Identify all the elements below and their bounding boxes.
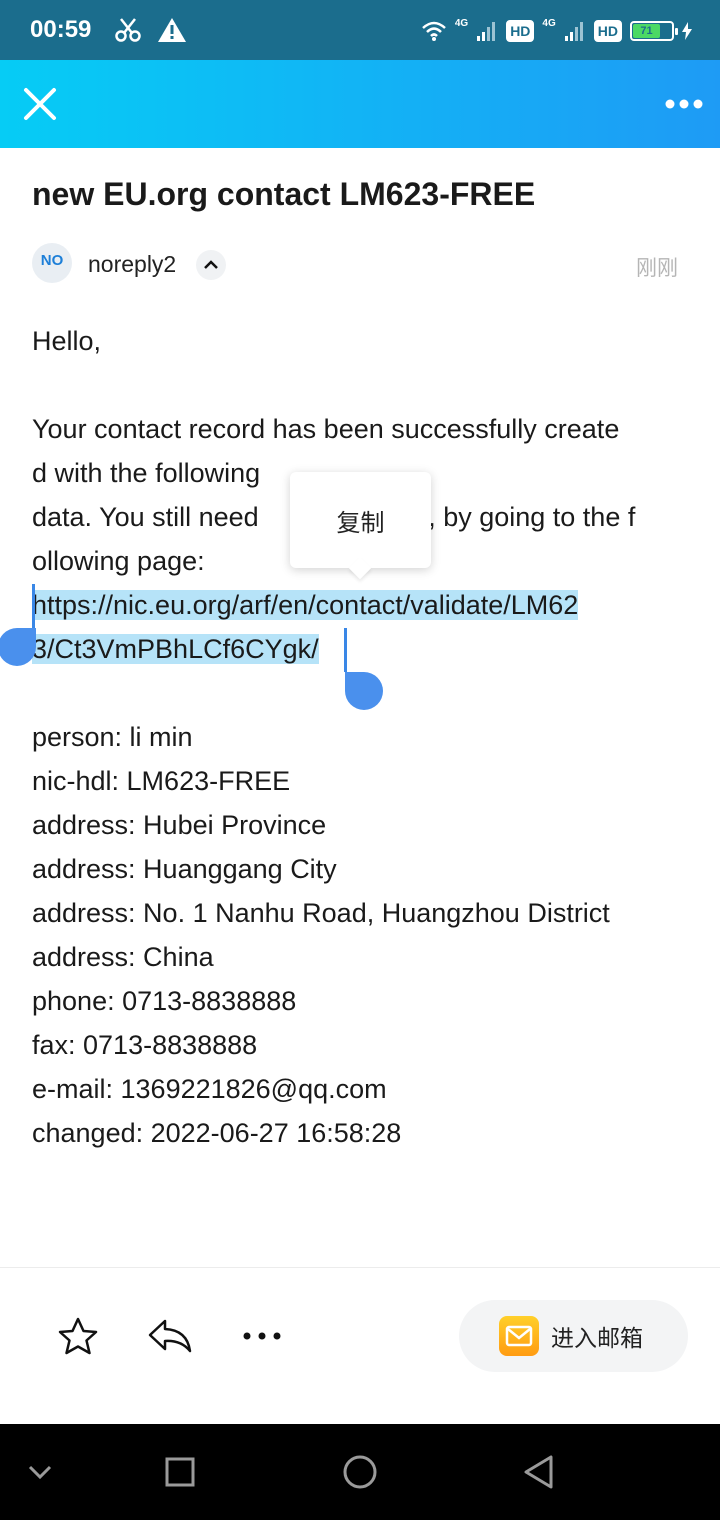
selected-link-line[interactable]: 3/Ct3VmPBhLCf6CYgk/ [32,627,692,671]
system-nav-bar [0,1424,720,1520]
status-right: 4G HD 4G HD 71 [421,16,692,46]
selection-start-cursor [32,584,35,628]
detail-line: person: li min [32,722,193,752]
validate-link-part-1[interactable]: https://nic.eu.org/arf/en/contact/valida… [32,590,579,620]
body-line: Hello, [32,326,102,356]
body-line-end: it, by going to the f [414,502,636,532]
detail-line: address: Hubei Province [32,810,327,840]
battery-level: 71 [633,24,660,38]
body-line-blank [32,363,692,407]
detail-line: address: No. 1 Nanhu Road, Huangzhou Dis… [32,898,610,928]
selection-end-cursor [344,628,347,672]
divider [0,1267,720,1268]
detail-line: phone: 0713-8838888 [32,986,297,1016]
validate-link-part-2[interactable]: 3/Ct3VmPBhLCf6CYgk/ [32,634,319,664]
warning-icon [158,18,186,42]
app-bar [0,60,720,148]
detail-line: changed: 2022-06-27 16:58:28 [32,1118,402,1148]
selection-end-handle[interactable] [345,672,383,710]
recent-apps-icon[interactable] [160,1452,200,1492]
sender-name[interactable]: noreply2 [88,251,176,278]
battery-icon: 71 [630,21,678,41]
selection-start-handle[interactable] [0,628,36,666]
network-label-1: 4G [454,17,469,29]
email-body[interactable]: Hello, Your contact record has been succ… [32,319,692,1155]
more-icon[interactable] [662,88,706,120]
status-time: 00:59 [30,16,92,43]
sender-details-toggle[interactable] [196,250,226,280]
avatar[interactable]: NO [32,243,72,283]
sent-time: 刚刚 [636,257,678,280]
charging-icon [682,22,692,40]
signal-icon [477,22,496,41]
more-options-icon[interactable] [242,1326,282,1346]
hd-badge-1: HD [506,20,535,42]
wifi-icon [422,21,446,41]
reply-icon[interactable] [147,1318,193,1354]
chevron-up-icon [204,260,218,269]
detail-line: e-mail: 1369221826@qq.com [32,1074,387,1104]
detail-line: nic-hdl: LM623-FREE [32,766,291,796]
scissors-icon [115,18,141,42]
star-icon[interactable] [57,1316,99,1356]
copy-button[interactable]: 复制 [337,503,385,538]
body-line: Your contact record has been successfull… [32,414,620,444]
body-line-start: data. You still need [32,502,259,532]
open-mailbox-label: 进入邮箱 [551,1326,643,1352]
mail-icon [499,1316,539,1356]
back-icon[interactable] [519,1452,559,1492]
hd-badge-2: HD [593,20,622,42]
open-mailbox-button[interactable]: 进入邮箱 [459,1300,688,1372]
close-icon[interactable] [20,82,60,126]
detail-line: address: Huanggang City [32,854,337,884]
detail-line: fax: 0713-8838888 [32,1030,258,1060]
selected-link-line[interactable]: https://nic.eu.org/arf/en/contact/valida… [32,583,692,627]
home-icon[interactable] [340,1452,380,1492]
status-bar: 00:59 4G HD 4G HD 71 [0,0,720,60]
email-subject: new EU.org contact LM623-FREE [32,176,536,212]
detail-line: address: China [32,942,214,972]
copy-popup[interactable]: 复制 [290,472,431,580]
network-label-2: 4G [542,17,556,29]
signal-icon-2 [564,22,583,41]
chevron-down-icon[interactable] [20,1452,60,1492]
